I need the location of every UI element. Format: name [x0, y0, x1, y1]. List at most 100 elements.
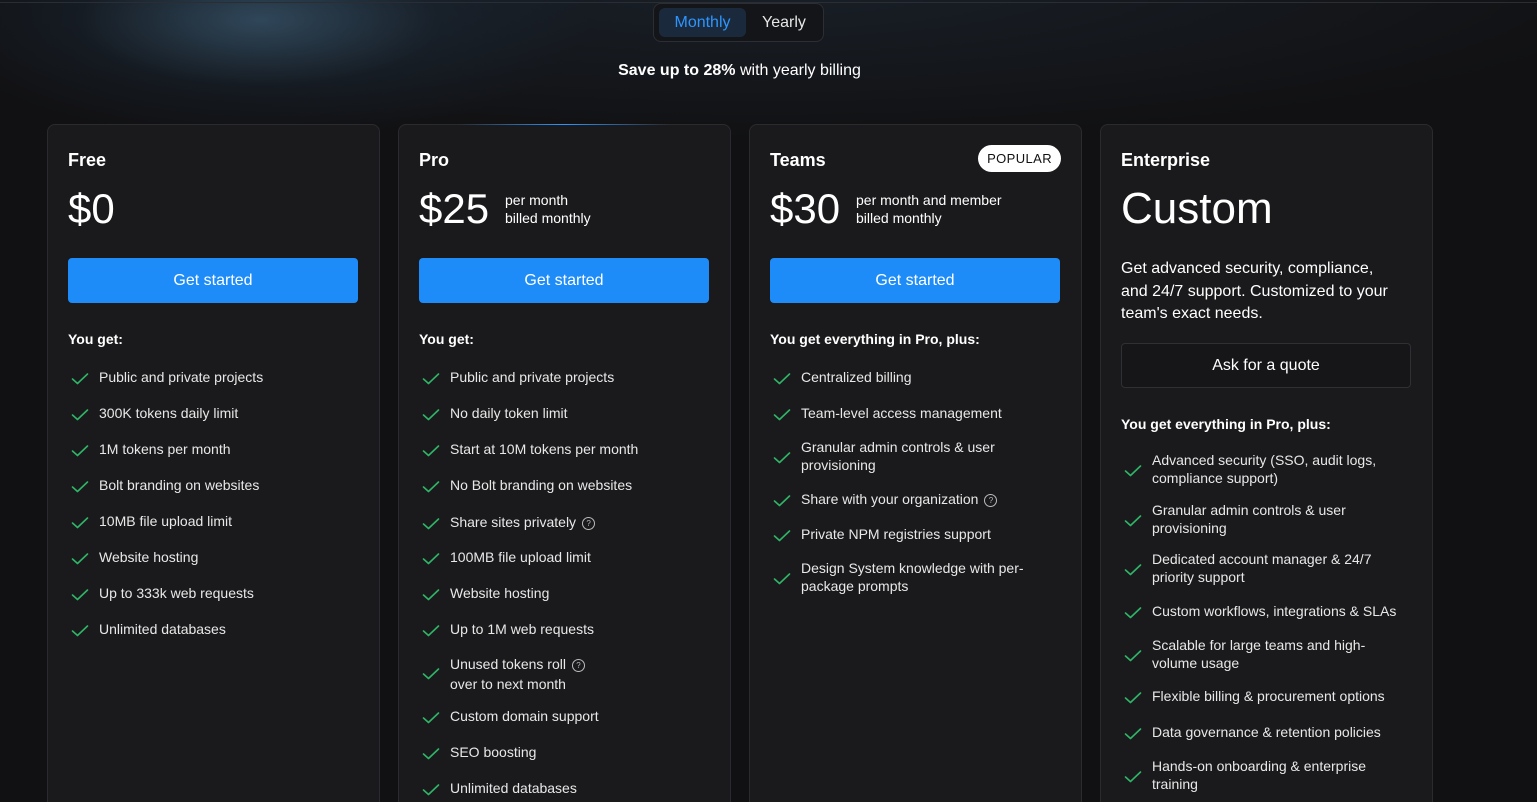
save-note-prefix: Save up to 28%	[618, 62, 736, 79]
feature-text: Granular admin controls & user provisioni…	[1152, 501, 1346, 537]
question-circle-icon[interactable]: ?	[582, 517, 596, 530]
plan-price: $30	[770, 185, 841, 232]
feature-text-line: Share sites privately	[450, 514, 577, 530]
plan-price: $0	[68, 185, 115, 232]
check-icon	[773, 372, 791, 385]
feature-text-line: Up to 1M web requests	[450, 621, 594, 637]
feature-text-line: No daily token limit	[450, 405, 568, 421]
feature-text: Custom workflows, integrations & SLAs	[1152, 602, 1396, 620]
ask-for-quote-button[interactable]: Ask for a quote	[1121, 343, 1411, 388]
plan-name: Free	[68, 150, 107, 170]
price-note-line-2: billed monthly	[505, 210, 591, 226]
description-line: and 24/7 support. Customized to your	[1121, 282, 1388, 300]
price-note: per month and member billed monthly	[856, 191, 1002, 227]
price-note-line-1: per month and member	[856, 192, 1002, 208]
monthly-toggle-option[interactable]: Monthly	[659, 8, 746, 37]
billing-toggle[interactable]: Monthly Yearly	[653, 3, 824, 42]
feature-text-line: Unlimited databases	[99, 621, 226, 637]
feature-text-line: No Bolt branding on websites	[450, 477, 633, 493]
features-title: You get:	[419, 331, 474, 347]
feature-text: Private NPM registries support	[801, 525, 991, 543]
plan-card-free: Free $0 Get started You get: Public and …	[47, 124, 380, 802]
feature-text-line: Up to 333k web requests	[99, 585, 254, 601]
feature-text: 1M tokens per month	[99, 440, 231, 458]
feature-text: Advanced security (SSO, audit logs, compl…	[1152, 451, 1376, 487]
feature-text: 100MB file upload limit	[450, 548, 591, 566]
feature-text-line: Private NPM registries support	[801, 526, 991, 542]
feature-text-line: Website hosting	[99, 549, 199, 565]
plan-price: $25	[419, 185, 490, 232]
feature-text: Website hosting	[450, 584, 549, 602]
feature-text-line: Dedicated account manager & 24/7	[1152, 551, 1372, 567]
feature-text-line: Granular admin controls & user	[801, 439, 995, 455]
description-line: Get advanced security, compliance,	[1121, 260, 1374, 277]
feature-text-line: Public and private projects	[99, 369, 264, 385]
check-icon	[422, 408, 440, 421]
price-note-line-2: billed monthly	[856, 210, 942, 226]
plan-card-pro: Pro $25 per month billed monthly Get sta…	[398, 124, 731, 802]
check-icon	[422, 444, 440, 457]
feature-text-line: Hands-on onboarding & enterprise	[1152, 758, 1367, 774]
feature-text: Flexible billing & procurement options	[1152, 687, 1385, 705]
check-icon	[1124, 727, 1142, 740]
feature-text: Up to 1M web requests	[450, 620, 594, 638]
feature-text: Website hosting	[99, 548, 198, 566]
feature-text: Data governance & retention policies	[1152, 723, 1381, 741]
yearly-toggle-option[interactable]: Yearly	[748, 8, 820, 37]
feature-text-line: Flexible billing & procurement options	[1152, 688, 1385, 704]
get-started-button[interactable]: Get started	[770, 258, 1060, 303]
check-icon	[1124, 514, 1142, 527]
check-icon	[422, 747, 440, 760]
description-line: team's exact needs.	[1121, 305, 1263, 322]
check-icon	[1124, 563, 1142, 576]
plan-name: Enterprise	[1121, 150, 1211, 170]
feature-text-line: provisioning	[801, 457, 876, 473]
check-icon	[773, 572, 791, 585]
feature-text-line: Start at 10M tokens per month	[450, 441, 639, 457]
features-title: You get:	[68, 331, 123, 347]
question-circle-icon[interactable]: ?	[984, 494, 998, 507]
check-icon	[1124, 464, 1142, 477]
feature-text-line: provisioning	[1152, 520, 1227, 536]
feature-text-line: priority support	[1152, 569, 1245, 585]
feature-text-line: compliance support)	[1152, 470, 1279, 486]
feature-text: Custom domain support	[450, 707, 599, 725]
check-icon	[422, 588, 440, 601]
plan-name: Pro	[419, 150, 450, 170]
feature-text-line: Bolt branding on websites	[99, 477, 260, 493]
feature-text-line: Custom workflows, integrations & SLAs	[1152, 603, 1397, 619]
feature-text-line: 300K tokens daily limit	[99, 405, 239, 421]
get-started-button[interactable]: Get started	[68, 258, 358, 303]
feature-text: Team-level access management	[801, 404, 1002, 422]
feature-text-line: Design System knowledge with per-	[801, 560, 1024, 576]
check-icon	[71, 444, 89, 457]
feature-text: Unlimited databases	[450, 779, 577, 797]
feature-text: Share sites privately?	[450, 513, 596, 531]
feature-text-line: 1M tokens per month	[99, 441, 231, 457]
save-note: Save up to 28% with yearly billing	[0, 62, 1479, 80]
check-icon	[422, 667, 440, 680]
feature-text: SEO boosting	[450, 743, 536, 761]
get-started-button[interactable]: Get started	[419, 258, 709, 303]
check-icon	[773, 494, 791, 507]
feature-text: Public and private projects	[99, 368, 263, 386]
feature-text-line: Scalable for large teams and high-	[1152, 637, 1366, 653]
feature-text-line: Team-level access management	[801, 405, 1002, 421]
plan-price: Custom	[1121, 184, 1273, 233]
check-icon	[71, 408, 89, 421]
feature-text: Design System knowledge with per-package…	[801, 559, 1024, 595]
feature-text-line: Granular admin controls & user	[1152, 502, 1346, 518]
feature-text-line: Public and private projects	[450, 369, 615, 385]
feature-text-line: package prompts	[801, 578, 909, 594]
check-icon	[1124, 606, 1142, 619]
feature-text: Granular admin controls & user provisioni…	[801, 438, 995, 474]
feature-text: Bolt branding on websites	[99, 476, 259, 494]
feature-text-line: volume usage	[1152, 655, 1240, 671]
feature-text-line: 100MB file upload limit	[450, 549, 591, 565]
features-title: You get everything in Pro, plus:	[770, 331, 980, 347]
question-circle-icon[interactable]: ?	[571, 659, 585, 672]
check-icon	[422, 480, 440, 493]
feature-text: Unlimited databases	[99, 620, 226, 638]
feature-text: No Bolt branding on websites	[450, 476, 632, 494]
check-icon	[422, 552, 440, 565]
